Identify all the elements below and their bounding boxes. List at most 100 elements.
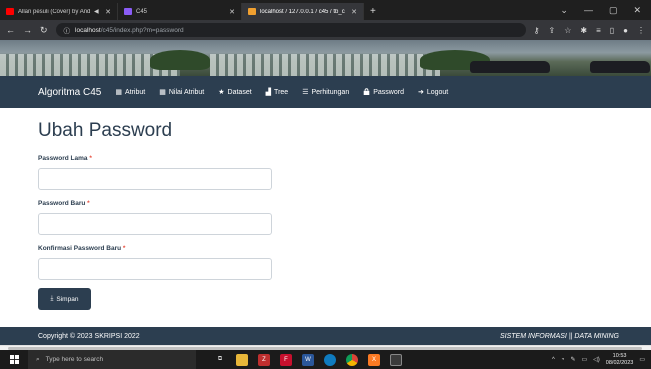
profile-icon[interactable]: ● [623,26,628,35]
nav-item-password[interactable]: Password [363,87,404,97]
tab-title: localhost / 127.0.0.1 / c45 / tb_c [260,8,345,15]
tab-title: Allan pesuli (Cover) by Andy [18,8,90,15]
url-path: /c45/index.php?m=password [100,26,184,34]
lock-icon [363,87,370,97]
confirm-password-label: Konfirmasi Password Baru * [38,245,126,252]
volume-icon[interactable]: ◁) [593,356,600,363]
nav-item-logout[interactable]: ➜ Logout [418,89,448,96]
footer-copyright: Copyright © 2023 SKRIPSI 2022 [38,332,140,340]
nav-item-label: Nilai Atribut [168,88,205,96]
minimize-icon[interactable]: — [584,5,593,15]
close-icon[interactable]: ✕ [633,5,641,16]
new-password-label: Password Baru * [38,200,90,207]
taskbar-search-input[interactable]: ⌕ Type here to search [28,350,196,369]
nav-item-label: Password [373,88,404,96]
key-icon[interactable]: ⚷ [534,26,540,35]
youtube-favicon-icon [6,8,14,15]
window-controls: ⌄ — ▢ ✕ [560,0,651,20]
form-group-confirm-password: Konfirmasi Password Baru * [38,245,338,280]
chevron-up-icon[interactable]: ^ [552,357,555,363]
back-icon[interactable]: ← [6,25,15,35]
required-marker: * [89,155,92,162]
system-tray: ^ ◔ ✎ ▭ ◁) 10:53 08/02/2023 ▭ [552,353,651,367]
app-red-icon[interactable]: F [280,353,292,366]
menu-icon[interactable]: ⋮ [637,26,645,35]
save-icon: ⤓ [50,295,54,302]
address-bar[interactable]: ⓘ localhost/c45/index.php?m=password [55,23,526,37]
star-icon: ★ [218,88,225,96]
taskbar-apps: ⧉ Z F W X [214,353,402,366]
url-host: localhost [75,26,101,34]
footer-tagline: SISTEM INFORMASI || DATA MINING [499,332,619,340]
old-password-label: Password Lama * [38,155,92,162]
windows-taskbar: ⌕ Type here to search ⧉ Z F W X ^ ◔ ✎ ▭ … [0,350,651,369]
screen: Allan pesuli (Cover) by Andy ◀ ✕ C45 ✕ l… [0,0,651,369]
browser-tab[interactable]: Allan pesuli (Cover) by Andy ◀ ✕ [0,3,118,20]
pen-icon[interactable]: ✎ [570,356,575,363]
nav-item-nilai-atribut[interactable]: ▦ Nilai Atribut [159,89,204,96]
nav-item-perhitungan[interactable]: ☰ Perhitungan [302,89,349,96]
notifications-icon[interactable]: ▭ [639,356,645,363]
chrome-icon[interactable] [346,353,358,366]
signal-icon: ▟ [265,88,272,96]
page-footer: Copyright © 2023 SKRIPSI 2022 SISTEM INF… [0,327,651,345]
browser-tab-active[interactable]: localhost / 127.0.0.1 / c45 / tb_c ✕ [242,3,364,20]
share-icon[interactable]: ⇪ [549,26,556,35]
word-icon[interactable]: W [302,353,314,366]
form-group-old-password: Password Lama * [38,155,338,190]
new-tab-button[interactable]: + [364,3,382,20]
browser-actions: ⚷ ⇪ ☆ ✱ ≡ ▯ ● ⋮ [534,26,645,35]
save-button[interactable]: ⤓ Simpan [38,288,91,310]
maximize-icon[interactable]: ▢ [609,5,618,16]
edge-icon[interactable] [324,353,336,366]
nav-item-dataset[interactable]: ★ Dataset [218,89,251,96]
network-icon[interactable]: ◔ [561,357,565,363]
nav-item-label: Perhitungan [311,88,350,96]
browser-toolbar: ← → ↻ ⓘ localhost/c45/index.php?m=passwo… [0,20,651,40]
browser-tabstrip: Allan pesuli (Cover) by Andy ◀ ✕ C45 ✕ l… [0,0,651,20]
form-group-new-password: Password Baru * [38,200,338,235]
filezilla-icon[interactable]: Z [258,353,270,366]
logout-icon: ➜ [417,88,424,96]
tab-title: C45 [136,8,148,15]
grid-icon: ▦ [115,88,122,96]
reload-icon[interactable]: ↻ [40,25,48,36]
extensions-icon[interactable]: ✱ [580,26,587,35]
windows-start-icon[interactable] [0,350,28,369]
nav-item-label: Tree [274,88,289,96]
required-marker: * [122,245,126,252]
nav-item-tree[interactable]: ▟ Tree [266,89,289,96]
chevron-down-icon[interactable]: ⌄ [560,5,568,16]
search-icon: ⌕ [36,355,40,363]
close-tab-icon[interactable]: ✕ [105,8,111,16]
new-password-input[interactable] [38,213,272,235]
browser-tab[interactable]: C45 ✕ [118,3,242,20]
list-icon: ☰ [302,88,309,96]
clock-date: 08/02/2023 [605,359,634,366]
confirm-password-input[interactable] [38,258,272,280]
forward-icon[interactable]: → [23,25,32,35]
save-button-label: Simpan [56,295,79,303]
nav-item-label: Dataset [227,88,252,96]
app-favicon-icon [124,8,132,15]
xampp-icon[interactable]: X [368,353,380,366]
bookmark-star-icon[interactable]: ☆ [564,26,571,35]
sidebar-icon[interactable]: ▯ [610,26,614,35]
close-tab-icon[interactable]: ✕ [351,8,357,16]
info-icon[interactable]: ⓘ [64,25,71,35]
audio-icon[interactable]: ◀ [94,8,99,15]
battery-icon[interactable]: ▭ [582,356,588,363]
grid-small-icon: ▦ [159,88,166,96]
close-tab-icon[interactable]: ✕ [229,8,235,16]
taskbar-clock[interactable]: 10:53 08/02/2023 [606,353,634,367]
reading-list-icon[interactable]: ≡ [596,26,601,35]
search-placeholder: Type here to search [45,356,104,363]
file-explorer-icon[interactable] [236,353,248,366]
nav-item-label: Atribut [124,88,146,96]
task-view-icon[interactable]: ⧉ [214,354,226,366]
clock-time: 10:53 [612,352,627,359]
nav-item-atribut[interactable]: ▦ Atribut [115,89,145,96]
brand-link[interactable]: Algoritma C45 [38,87,101,98]
photos-icon[interactable] [390,353,402,366]
old-password-input[interactable] [38,168,272,190]
